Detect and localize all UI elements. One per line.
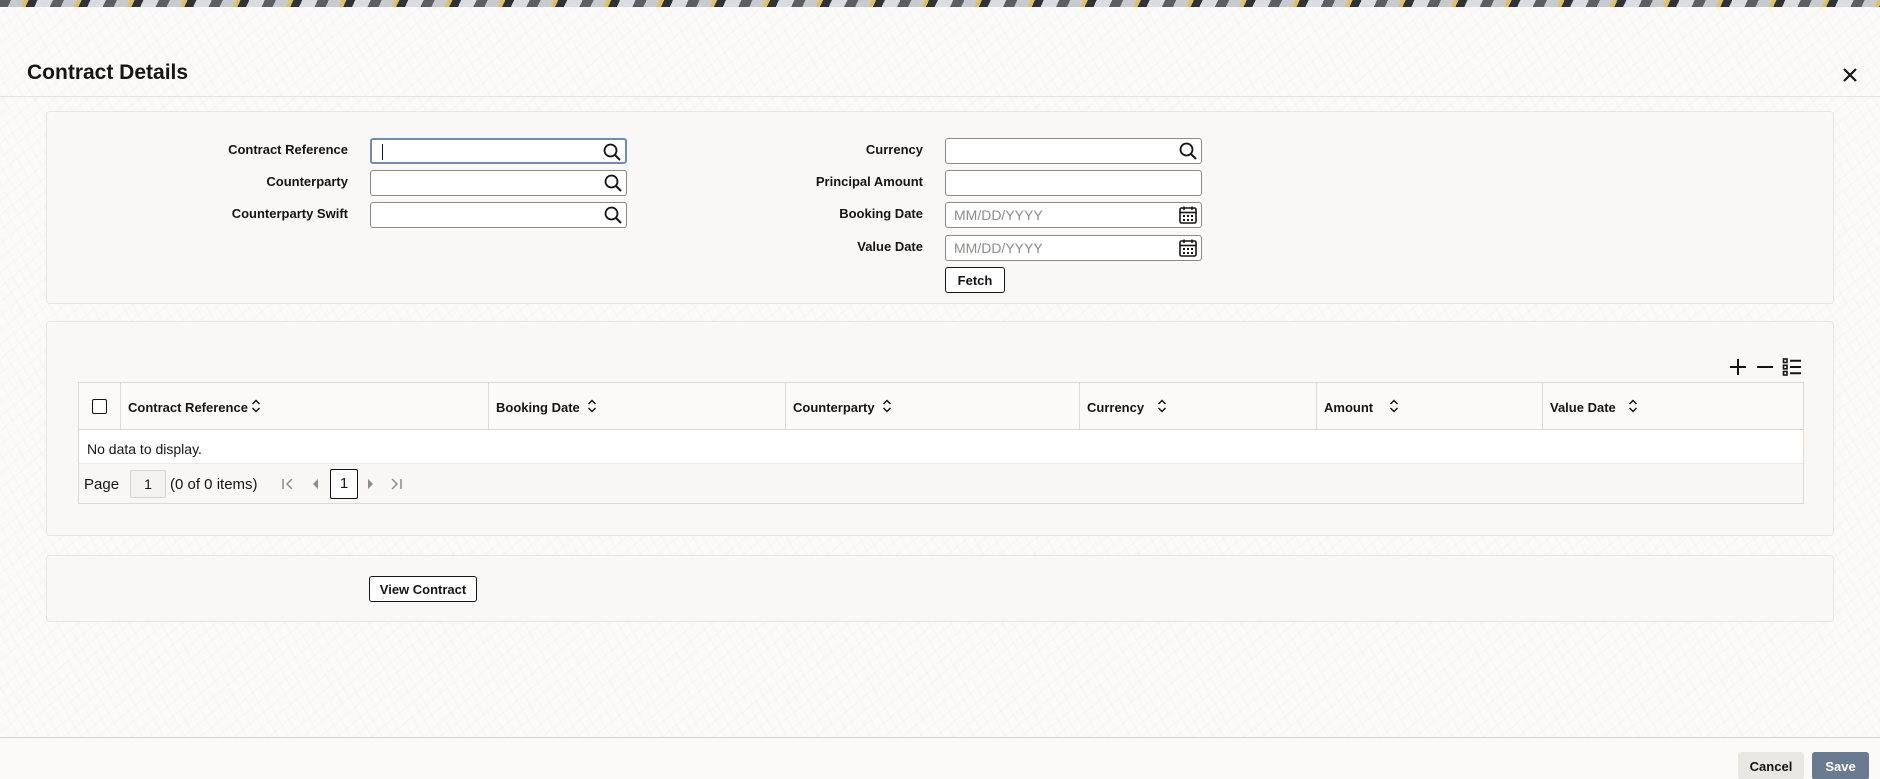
table-header: Contract Reference Booking Date Counterp… — [79, 383, 1803, 430]
search-icon[interactable] — [602, 204, 624, 226]
fetch-button[interactable]: Fetch — [945, 267, 1005, 293]
sort-icon[interactable] — [249, 398, 263, 414]
close-icon[interactable] — [1838, 63, 1862, 87]
value-date-input[interactable] — [954, 239, 1164, 257]
value-date-field[interactable] — [945, 235, 1202, 261]
column-header-booking-date[interactable]: Booking Date — [488, 383, 785, 430]
sort-icon[interactable] — [880, 398, 894, 414]
previous-page-icon[interactable] — [309, 477, 323, 491]
principal-amount-input[interactable] — [954, 174, 1164, 192]
pagination-bar: Page 1 (0 of 0 items) 1 — [79, 463, 1803, 503]
page-number-input[interactable]: 1 — [130, 470, 166, 498]
page-label: Page — [84, 476, 120, 493]
results-panel: Contract Reference Booking Date Counterp… — [46, 321, 1834, 536]
contracts-table: Contract Reference Booking Date Counterp… — [78, 382, 1804, 504]
sort-icon[interactable] — [585, 398, 599, 414]
sort-icon[interactable] — [1155, 398, 1169, 414]
calendar-icon[interactable] — [1177, 204, 1199, 226]
counterparty-swift-label: Counterparty Swift — [231, 206, 348, 221]
contract-reference-field[interactable] — [370, 138, 627, 164]
view-contract-button[interactable]: View Contract — [369, 576, 477, 602]
save-button[interactable]: Save — [1812, 752, 1869, 779]
dialog-header: Contract Details — [0, 7, 1880, 97]
dialog-footer: Cancel Save — [0, 737, 1880, 779]
contract-reference-input[interactable] — [380, 143, 590, 161]
sort-icon[interactable] — [1626, 398, 1640, 414]
actions-panel: View Contract — [46, 555, 1834, 622]
booking-date-label: Booking Date — [839, 206, 923, 221]
column-header-value-date[interactable]: Value Date — [1542, 383, 1803, 430]
currency-label: Currency — [865, 142, 923, 157]
principal-amount-field[interactable] — [945, 170, 1202, 196]
column-list-icon[interactable] — [1781, 356, 1803, 378]
counterparty-swift-field[interactable] — [370, 202, 627, 228]
booking-date-input[interactable] — [954, 206, 1164, 224]
empty-table-message: No data to display. — [87, 441, 202, 457]
column-header-counterparty[interactable]: Counterparty — [785, 383, 1079, 430]
search-icon[interactable] — [601, 141, 623, 163]
sort-icon[interactable] — [1387, 398, 1401, 414]
items-count: (0 of 0 items) — [170, 476, 258, 493]
currency-input[interactable] — [954, 142, 1164, 160]
booking-date-field[interactable] — [945, 202, 1202, 228]
counterparty-input[interactable] — [379, 174, 589, 192]
contract-reference-label: Contract Reference — [228, 142, 348, 157]
column-header-currency[interactable]: Currency — [1079, 383, 1316, 430]
last-page-icon[interactable] — [389, 477, 403, 491]
search-criteria-panel: Contract Reference Counterparty Counterp… — [46, 111, 1834, 304]
page-title: Contract Details — [27, 61, 189, 84]
current-page[interactable]: 1 — [330, 469, 358, 499]
principal-amount-label: Principal Amount — [815, 174, 923, 189]
counterparty-field[interactable] — [370, 170, 627, 196]
calendar-icon[interactable] — [1177, 237, 1199, 259]
select-all-checkbox[interactable] — [92, 399, 107, 414]
search-icon[interactable] — [1177, 140, 1199, 162]
value-date-label: Value Date — [857, 239, 923, 254]
column-header-contract-reference[interactable]: Contract Reference — [120, 383, 488, 430]
counterparty-label: Counterparty — [266, 174, 348, 189]
top-banner-strip — [0, 0, 1880, 7]
add-row-icon[interactable] — [1727, 356, 1749, 378]
search-icon[interactable] — [602, 172, 624, 194]
first-page-icon[interactable] — [281, 477, 295, 491]
currency-field[interactable] — [945, 138, 1202, 164]
counterparty-swift-input[interactable] — [379, 206, 589, 224]
cancel-button[interactable]: Cancel — [1738, 752, 1804, 779]
next-page-icon[interactable] — [363, 477, 377, 491]
contract-details-dialog: Contract Details Contract Reference Coun… — [0, 7, 1880, 779]
column-header-amount[interactable]: Amount — [1316, 383, 1542, 430]
delete-row-icon[interactable] — [1754, 356, 1776, 378]
